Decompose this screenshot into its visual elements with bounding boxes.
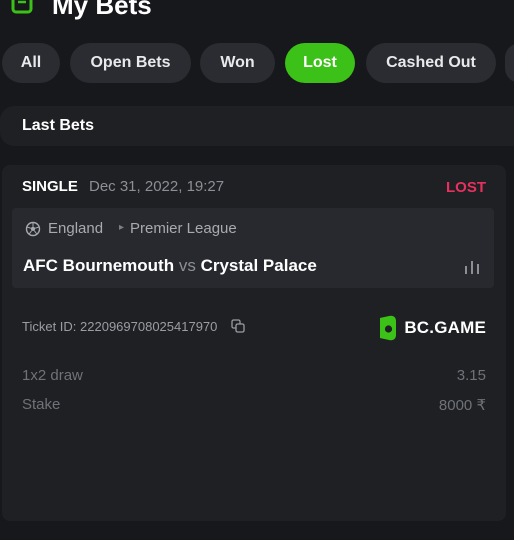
- match-teams: AFC Bournemouth vs Crystal Palace: [23, 256, 317, 276]
- bc-game-logo-icon: [380, 315, 397, 341]
- page-title: My Bets: [52, 0, 152, 20]
- chevron-right-icon: ▸: [119, 222, 125, 233]
- selection-label: 1x2 draw: [22, 367, 83, 384]
- section-label: Last Bets: [22, 117, 95, 134]
- tab-all[interactable]: All: [2, 43, 60, 83]
- last-bets-header[interactable]: Last Bets: [0, 106, 514, 146]
- brand-logo: BC.GAME: [378, 315, 486, 341]
- home-team: AFC Bournemouth: [23, 256, 175, 275]
- filter-tabs: All Open Bets Won Lost Cashed Out: [0, 43, 514, 83]
- soccer-ball-icon: [25, 221, 41, 237]
- stake-value: 8000 ₹: [438, 397, 486, 414]
- copy-icon[interactable]: [231, 319, 245, 333]
- bet-type: SINGLE: [22, 178, 78, 195]
- tab-label: Cashed Out: [386, 54, 476, 71]
- tab-more[interactable]: [505, 43, 514, 83]
- tab-label: Lost: [303, 54, 337, 71]
- tab-label: All: [20, 54, 42, 71]
- bet-slip-icon: [11, 0, 33, 14]
- match-league: Premier League: [130, 220, 237, 237]
- tab-won[interactable]: Won: [200, 43, 275, 83]
- tab-open-bets[interactable]: Open Bets: [70, 43, 191, 83]
- stake-label: Stake: [22, 396, 61, 413]
- tab-lost[interactable]: Lost: [285, 43, 355, 83]
- ticket-id: Ticket ID: 2220969708025417970: [22, 319, 218, 334]
- page-header: My Bets: [0, 0, 514, 22]
- tab-label: Won: [220, 54, 255, 71]
- bet-card: SINGLE Dec 31, 2022, 19:27 LOST England …: [2, 165, 506, 521]
- stats-bars-icon[interactable]: [464, 260, 480, 274]
- match-country: England: [48, 220, 104, 237]
- status-badge: LOST: [446, 179, 486, 196]
- match-info[interactable]: England ▸ Premier League AFC Bournemouth…: [12, 208, 494, 288]
- versus-label: vs: [178, 256, 196, 275]
- tab-label: Open Bets: [90, 54, 171, 71]
- bet-date: Dec 31, 2022, 19:27: [89, 178, 225, 195]
- brand-name: BC.GAME: [404, 318, 486, 337]
- tab-cashed-out[interactable]: Cashed Out: [366, 43, 496, 83]
- away-team: Crystal Palace: [200, 256, 317, 275]
- selection-odds: 3.15: [456, 367, 486, 384]
